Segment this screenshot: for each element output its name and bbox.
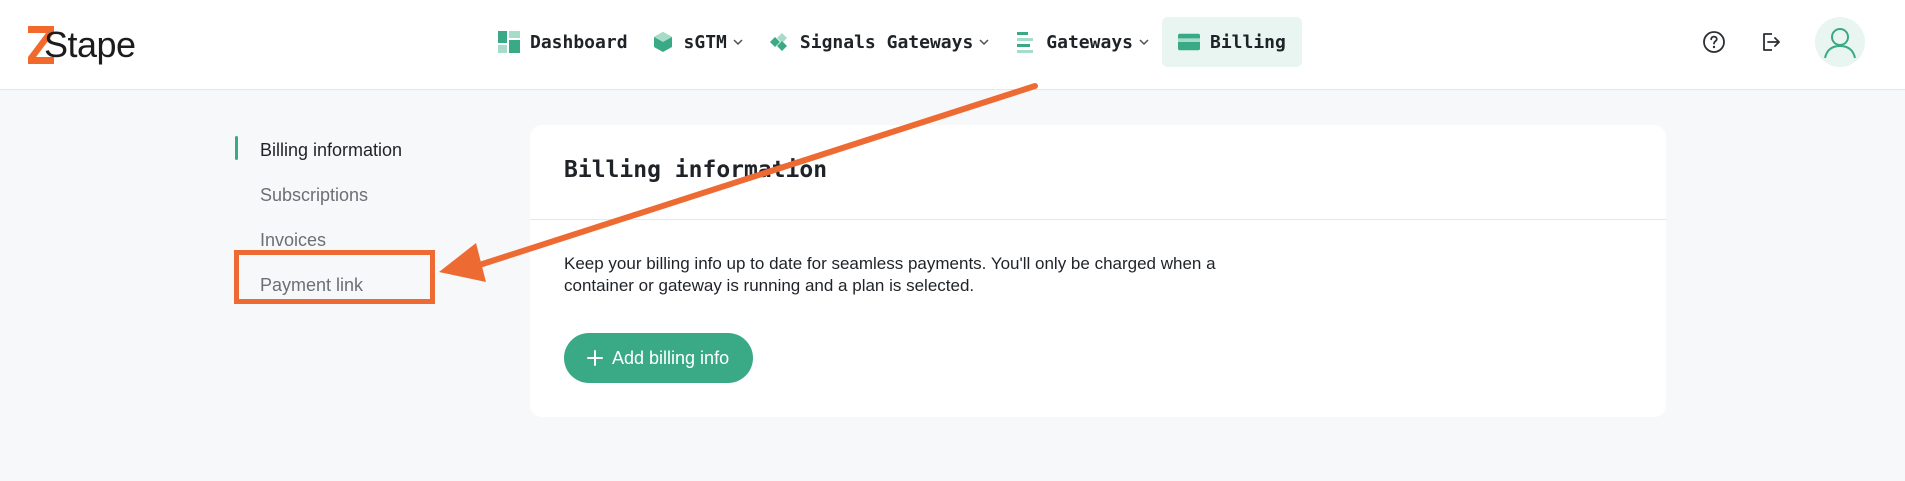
nav-sgtm-label: sGTM [683, 31, 727, 53]
nav-gateways[interactable]: Gateways [1002, 17, 1162, 67]
billing-sidebar: Billing information Subscriptions Invoic… [235, 128, 435, 308]
add-billing-info-label: Add billing info [612, 347, 730, 368]
main-nav: Dashboard sGTM Signals Gateways Gateways… [486, 17, 1302, 67]
top-header: Stape Dashboard sGTM Signals Gateways Ga… [0, 0, 1905, 90]
header-actions [1675, 17, 1865, 67]
nav-billing[interactable]: Billing [1162, 17, 1302, 67]
billing-info-card: Billing information Keep your billing in… [530, 125, 1666, 417]
credit-card-icon [1178, 31, 1200, 53]
logo-text: Stape [44, 24, 136, 65]
stape-logo[interactable]: Stape [28, 20, 136, 70]
plus-icon [586, 349, 604, 367]
gateways-icon [1014, 31, 1036, 53]
logout-icon[interactable] [1753, 25, 1787, 59]
divider [530, 219, 1666, 220]
user-avatar-icon[interactable] [1815, 17, 1865, 67]
help-icon[interactable] [1697, 25, 1731, 59]
sidebar-item-payment-link[interactable]: Payment link [235, 263, 435, 308]
add-billing-info-button[interactable]: Add billing info [564, 333, 754, 383]
nav-gateways-label: Gateways [1046, 31, 1133, 53]
billing-description: Keep your billing info up to date for se… [564, 254, 1216, 295]
nav-sgtm[interactable]: sGTM [640, 17, 756, 67]
nav-signals-gateways-label: Signals Gateways [799, 31, 974, 53]
chevron-down-icon [732, 36, 744, 48]
chevron-down-icon [1138, 36, 1150, 48]
nav-dashboard-label: Dashboard [530, 31, 628, 53]
page-title: Billing information [564, 157, 828, 183]
cube-icon [652, 31, 674, 53]
nav-signals-gateways[interactable]: Signals Gateways [756, 17, 1002, 67]
signals-icon [768, 31, 790, 53]
sidebar-item-subscriptions[interactable]: Subscriptions [235, 173, 435, 218]
sidebar-item-invoices[interactable]: Invoices [235, 218, 435, 263]
sidebar-item-billing-information[interactable]: Billing information [235, 128, 435, 173]
nav-dashboard[interactable]: Dashboard [486, 17, 640, 67]
dashboard-icon [498, 31, 520, 53]
nav-billing-label: Billing [1210, 31, 1286, 53]
chevron-down-icon [978, 36, 990, 48]
